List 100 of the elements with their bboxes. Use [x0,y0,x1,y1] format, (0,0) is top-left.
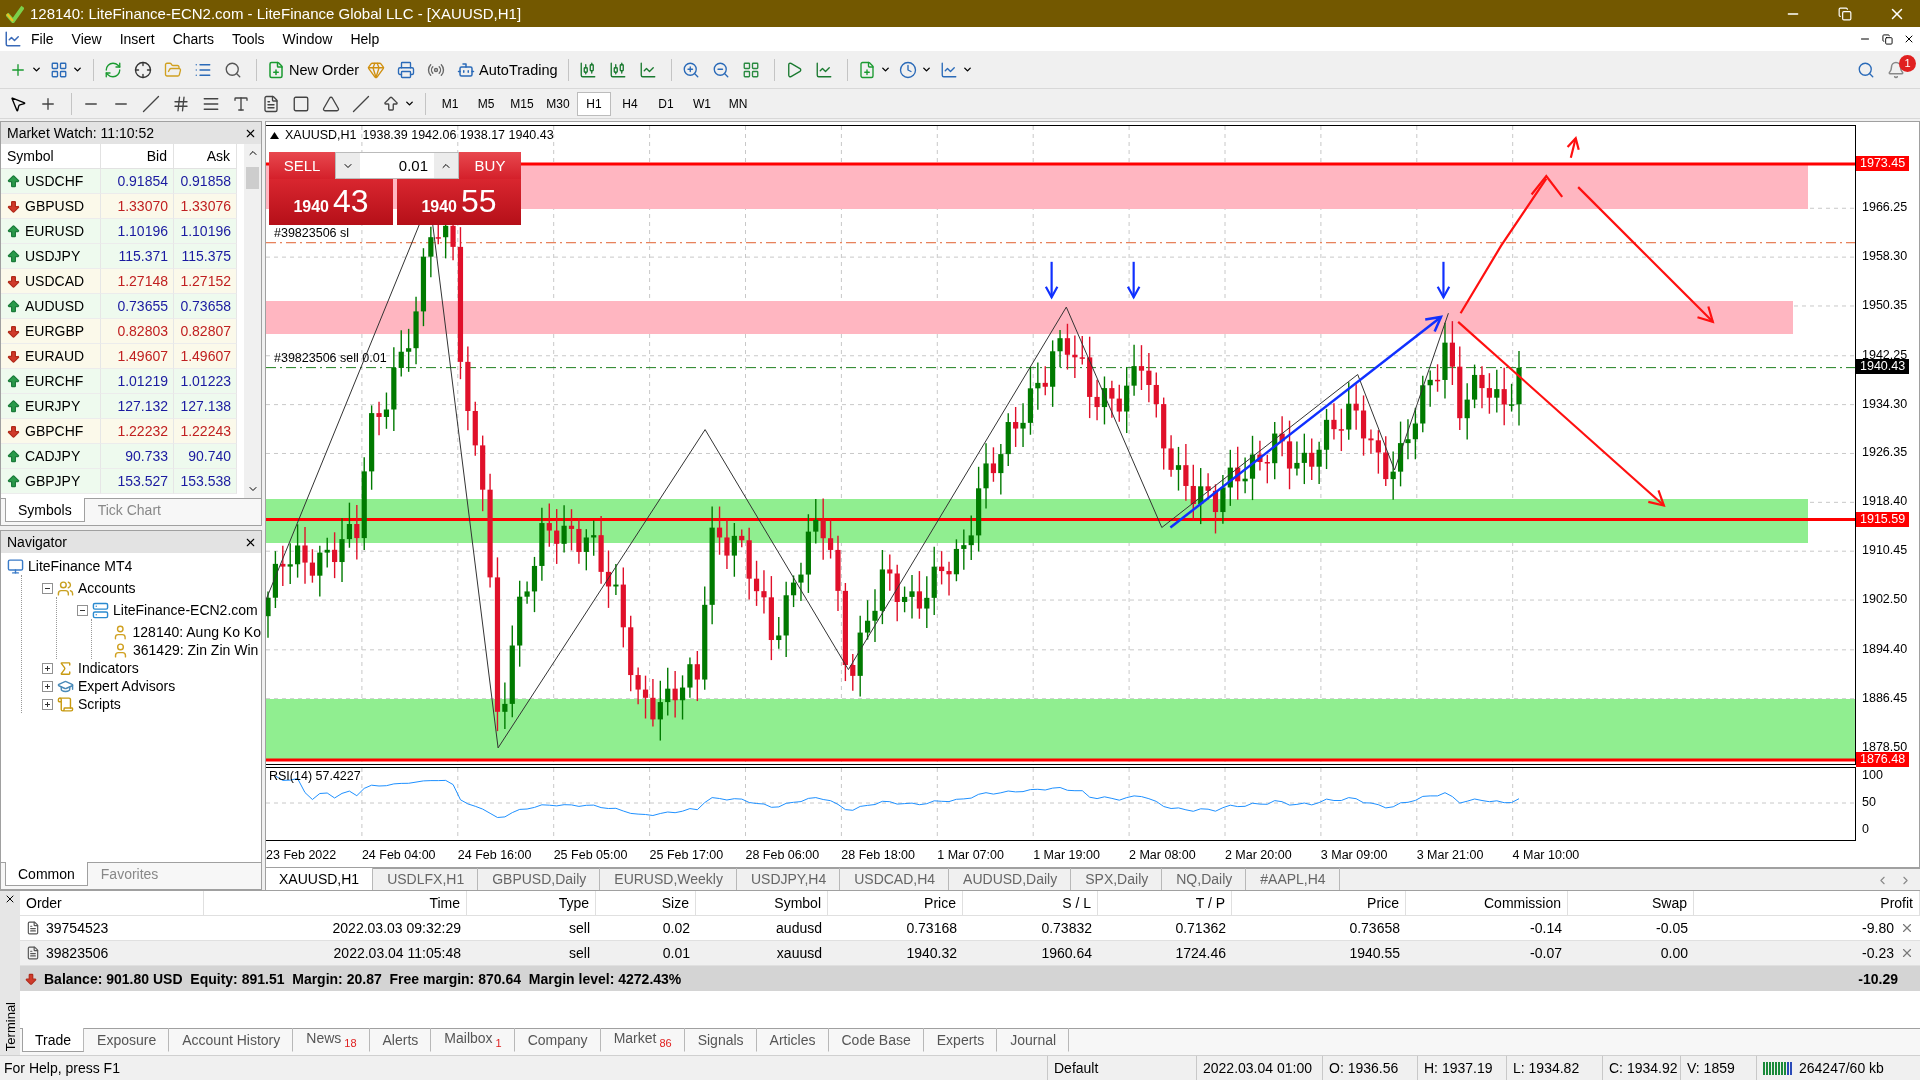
menu-item[interactable]: Help [341,28,389,50]
notification-button[interactable]: 1 [1884,54,1914,85]
column-header[interactable]: T / P [1098,891,1232,915]
scrollbar-track[interactable] [244,144,261,498]
timeframe-button[interactable]: M30 [541,91,575,116]
timeframe-button[interactable]: H1 [577,91,611,116]
tree-item[interactable]: 128140: Aung Ko Ko [132,624,261,640]
server-icon [92,601,109,619]
menu-item[interactable]: Charts [163,28,223,50]
terminal-tab[interactable]: Exposure [84,1028,170,1052]
terminal-tab[interactable]: Trade [22,1028,85,1052]
indicator-label: RSI(14) 57.4227 [269,769,361,783]
menu-item[interactable]: Window [273,28,342,50]
terminal-tab[interactable]: Company [514,1028,601,1052]
bid-price: 0.82803 [101,319,174,344]
decrease-icon[interactable] [336,153,360,178]
order-line[interactable] [266,367,1855,369]
terminal-tab[interactable]: Signals [684,1028,757,1052]
price-label: 1926.35 [1862,445,1908,461]
expander-icon[interactable] [42,698,53,710]
profile-name[interactable]: Default [1047,1056,1196,1080]
column-header[interactable]: Time [204,891,467,915]
expander-icon[interactable] [42,680,53,692]
column-header[interactable]: Profit [1694,891,1920,915]
close-icon[interactable] [4,893,16,905]
timeframe-button[interactable]: D1 [649,91,683,116]
table-cell-text: 0.00 [1659,944,1689,963]
new-document-icon [267,60,285,79]
buy-price-button[interactable]: 1940 55 [397,179,521,225]
autotrading-button[interactable]: AutoTrading [454,54,561,85]
bid-price: 0.91854 [101,169,174,194]
volume-field[interactable]: 0.01 [335,152,459,179]
ask-price: 0.82807 [174,319,237,344]
ask-price: 1.22243 [174,419,237,444]
tree-item[interactable]: LiteFinance MT4 [28,558,133,574]
tree-item[interactable]: Indicators [78,660,139,676]
bid-price: 153.527 [101,469,174,494]
price-tag: 1940.43 [1856,358,1910,374]
expander-icon[interactable] [77,604,88,616]
person-icon [112,623,129,641]
close-price: C: 1934.92 [1602,1056,1680,1080]
bid-price: 90.733 [101,444,174,469]
table-cell-text: 1960.64 [1040,944,1093,963]
menu-item[interactable]: File [22,28,63,50]
down-arrow-icon [24,971,38,986]
menu-item[interactable]: View [62,28,111,50]
column-header[interactable]: Size [596,891,696,915]
ohlc-values: 1938.39 1942.06 1938.17 1940.43 [362,128,554,142]
order-label: #39823506 sell 0.01 [274,350,387,365]
column-header[interactable]: Type [467,891,596,915]
timeframe-button[interactable]: H4 [613,91,647,116]
scrollbar-thumb[interactable] [246,167,259,189]
menu-item[interactable]: Tools [222,28,274,50]
tree-item[interactable]: Scripts [78,696,121,712]
timeframe-button[interactable]: M1 [433,91,467,116]
column-header[interactable]: S / L [963,891,1098,915]
tree-item[interactable]: LiteFinance-ECN2.com [113,602,258,618]
column-header[interactable]: Price [828,891,963,915]
buy-button[interactable]: BUY [459,152,521,179]
ask-price: 1.10196 [174,219,237,244]
terminal-tab[interactable]: Alerts [369,1028,432,1052]
sell-button[interactable]: SELL [269,152,335,179]
chart-tab[interactable]: XAUUSD,H1 [265,868,374,891]
timeframe-button[interactable]: M5 [469,91,503,116]
stop-loss-line[interactable] [266,242,1855,244]
timeframe-button[interactable]: M15 [505,91,539,116]
column-header[interactable]: Price [1232,891,1406,915]
menu-item[interactable]: Insert [110,28,164,50]
terminal-tab[interactable]: Journal [997,1028,1070,1052]
terminal-tab[interactable]: Experts [923,1028,998,1052]
sell-price-button[interactable]: 1940 43 [269,179,393,225]
tree-item[interactable]: Accounts [78,580,136,596]
ask-price: 1.27152 [174,269,237,294]
column-header[interactable]: Commission [1406,891,1568,915]
connection-status[interactable]: 264247/60 kb [1756,1056,1920,1080]
time-label: 24 Feb 04:00 [361,848,437,862]
expander-icon[interactable] [42,662,53,674]
column-header[interactable]: Order [20,891,204,915]
panel-tab[interactable]: Symbols [5,498,85,522]
timeframe-button[interactable]: W1 [685,91,719,116]
volume-value: V: 1859 [1680,1056,1756,1080]
timeframe-button[interactable]: MN [721,91,755,116]
terminal-tab[interactable]: Account History [169,1028,294,1052]
ask-price: 0.73658 [174,294,237,319]
tree-item[interactable]: 361429: Zin Zin Win [133,642,259,658]
down-arrow-drawing [1044,261,1059,300]
time-label: 3 Mar 09:00 [1320,848,1389,862]
tree-item[interactable]: Expert Advisors [78,678,176,694]
triangle-icon[interactable] [270,131,279,139]
time-label: 23 Feb 2022 [266,848,338,862]
terminal-tab[interactable]: Articles [756,1028,829,1052]
terminal-tab[interactable]: Code Base [828,1028,924,1052]
price-label: 1950.35 [1862,297,1908,313]
indicator-scale-label: 0 [1862,822,1869,837]
column-header[interactable]: Symbol [696,891,828,915]
expander-icon[interactable] [42,582,53,594]
new-order-button[interactable]: New Order [264,54,363,85]
panel-tab[interactable]: Common [5,862,88,886]
level-line[interactable] [266,518,1855,522]
column-header[interactable]: Swap [1568,891,1694,915]
